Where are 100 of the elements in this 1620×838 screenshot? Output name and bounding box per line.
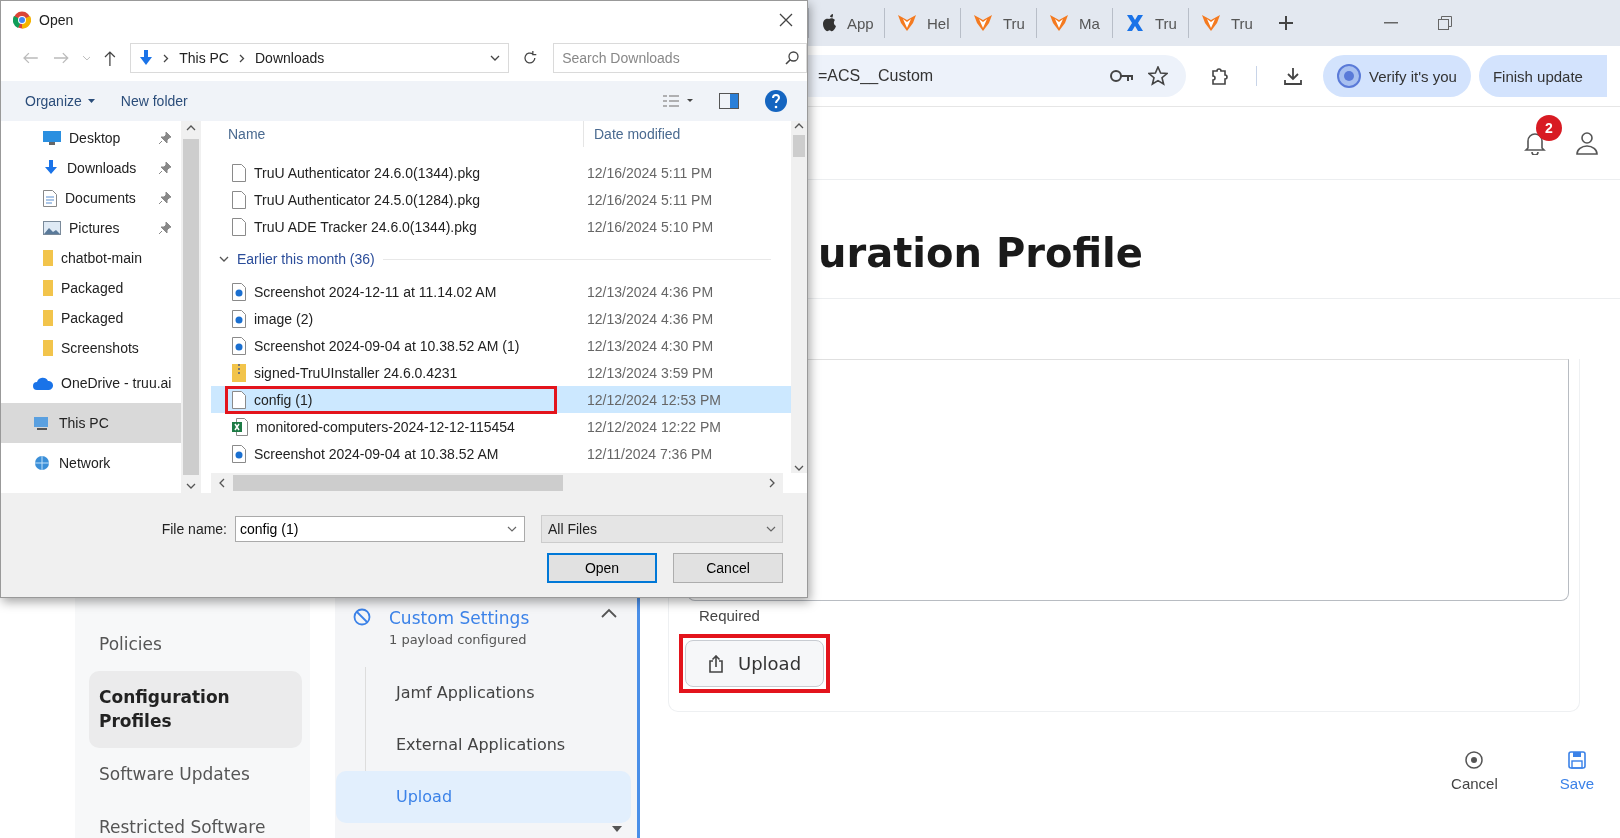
file-name-field[interactable]: config (1)	[235, 516, 525, 542]
nav-pane-item[interactable]: chatbot-main	[1, 243, 181, 273]
column-header[interactable]: Name	[228, 126, 266, 142]
up-icon[interactable]	[104, 50, 117, 66]
download-icon[interactable]	[1283, 66, 1303, 86]
file-row[interactable]: TruU Authenticator 24.5.0(1284).pkg 12/16/2024 5:11 PM	[211, 186, 791, 213]
nav-pane-item[interactable]: Downloads	[1, 153, 181, 183]
nav-pane-item[interactable]: Packaged	[1, 273, 181, 303]
new-folder-button[interactable]: New folder	[120, 93, 188, 109]
browser-tab[interactable]: Tru	[1188, 8, 1264, 38]
file-row[interactable]: Screenshot 2024-12-11 at 11.14.02 AM 12/13/2024 4:36 PM	[211, 278, 791, 305]
file-row[interactable]: TruU Authenticator 24.6.0(1344).pkg 12/16/2024 5:11 PM	[211, 159, 791, 186]
cancel-icon	[1465, 751, 1484, 769]
file-row[interactable]: config (1) 12/12/2024 12:53 PM	[211, 386, 791, 413]
scroll-up-icon[interactable]	[794, 123, 804, 129]
scrollbar-thumb[interactable]	[183, 139, 199, 475]
file-name: Screenshot 2024-09-04 at 10.38.52 AM	[254, 445, 499, 462]
nav-item[interactable]: Policies	[89, 618, 302, 671]
file-date: 12/13/2024 3:59 PM	[586, 364, 714, 381]
computer-icon	[33, 415, 51, 431]
organize-menu[interactable]: Organize	[25, 93, 95, 109]
file-date: 12/16/2024 5:10 PM	[586, 218, 714, 235]
nav-pane-item[interactable]: Documents	[1, 183, 181, 213]
scroll-down-icon[interactable]	[612, 826, 622, 832]
file-name: TruU Authenticator 24.5.0(1284).pkg	[254, 191, 480, 208]
nav-pane-item[interactable]: Screenshots	[1, 333, 181, 363]
chevron-icon[interactable]	[507, 526, 517, 532]
nav-item[interactable]: Software Updates	[89, 747, 302, 801]
close-icon[interactable]	[779, 13, 793, 27]
nav-item[interactable]: Configuration Profiles	[89, 670, 302, 748]
path-segment[interactable]: This PC	[179, 50, 229, 66]
verify-button[interactable]: Verify it's you	[1323, 55, 1471, 97]
chevron-icon[interactable]	[219, 254, 229, 264]
restore-icon[interactable]	[1438, 16, 1452, 30]
nav-item[interactable]: Restricted Software	[89, 800, 302, 838]
file-row[interactable]: Screenshot 2024-09-04 at 10.38.52 AM (1) 12/13/2024 4:30 PM	[211, 332, 791, 359]
open-button[interactable]: Open	[547, 553, 657, 583]
archive-icon	[232, 363, 246, 382]
page-title: uration Profile	[818, 230, 1144, 276]
file-row[interactable]: monitored-computers-2024-12-12-115454 12/12/2024 12:22 PM	[211, 413, 791, 440]
cloud-icon	[33, 376, 53, 390]
bell-icon[interactable]	[1524, 131, 1546, 155]
puzzle-icon[interactable]	[1210, 66, 1230, 86]
scroll-right-icon[interactable]	[769, 478, 775, 488]
save-icon	[1567, 751, 1586, 769]
path-segment[interactable]: Downloads	[255, 50, 325, 66]
address-bar[interactable]: =ACS__Custom	[808, 55, 1186, 97]
scroll-up-icon[interactable]	[186, 125, 196, 131]
payload-title[interactable]: Custom Settings	[389, 608, 583, 628]
scroll-down-icon[interactable]	[794, 465, 804, 471]
file-row[interactable]: Screenshot 2024-09-04 at 10.38.52 AM 12/11/2024 7:36 PM	[211, 440, 791, 467]
search-field[interactable]: Search Downloads	[553, 43, 807, 73]
browser-tab[interactable]: Ma	[1036, 8, 1112, 38]
nav-pane-item[interactable]: Pictures	[1, 213, 181, 243]
cancel-button[interactable]: Cancel	[673, 553, 783, 583]
image-file-icon	[232, 309, 246, 328]
nav-pane-item[interactable]: This PC	[1, 403, 181, 443]
help-icon[interactable]	[765, 90, 787, 112]
save-button[interactable]: Save	[1553, 750, 1600, 793]
folder-icon	[43, 250, 53, 266]
chevron-icon[interactable]	[490, 55, 501, 61]
new-tab-icon[interactable]	[1278, 15, 1294, 31]
file-name: config (1)	[254, 391, 313, 408]
chevron-icon[interactable]	[601, 608, 617, 618]
column-header[interactable]: Date modified	[584, 126, 681, 142]
key-icon[interactable]	[1110, 69, 1134, 83]
file-date: 12/11/2024 7:36 PM	[586, 445, 713, 462]
refresh-icon[interactable]	[523, 51, 538, 65]
user-icon[interactable]	[1576, 131, 1598, 155]
group-header[interactable]: Earlier this month (36)	[237, 251, 375, 267]
browser-tab[interactable]: Tru	[960, 8, 1036, 38]
preview-pane-icon[interactable]	[719, 93, 739, 109]
scroll-down-icon[interactable]	[186, 483, 196, 489]
finish-update-button[interactable]: Finish update	[1478, 55, 1607, 97]
nav-pane-item[interactable]: Network	[1, 443, 181, 483]
logo-icon	[897, 13, 917, 33]
file-row[interactable]: signed-TruUInstaller 24.6.0.4231 12/13/2024 3:59 PM	[211, 359, 791, 386]
upload-button[interactable]: Upload	[685, 640, 825, 687]
nav-pane-item[interactable]: Packaged	[1, 303, 181, 333]
payload-item[interactable]: External Applications	[366, 719, 637, 771]
browser-tab[interactable]: Hel	[884, 8, 960, 38]
star-icon[interactable]	[1148, 66, 1168, 86]
logo-icon	[1125, 13, 1145, 33]
file-icon	[232, 217, 246, 236]
scrollbar-thumb[interactable]	[793, 135, 805, 157]
scrollbar-thumb[interactable]	[233, 475, 563, 491]
file-row[interactable]: TruU ADE Tracker 24.6.0(1344).pkg 12/16/2024 5:10 PM	[211, 213, 791, 240]
browser-tab[interactable]: Tru	[1112, 8, 1188, 38]
path-bar[interactable]: This PC Downloads	[130, 43, 510, 73]
image-file-icon	[232, 282, 246, 301]
file-row[interactable]: image (2) 12/13/2024 4:36 PM	[211, 305, 791, 332]
file-name: image (2)	[254, 310, 314, 327]
nav-pane-item[interactable]: OneDrive - truu.ai	[1, 363, 181, 403]
payload-item[interactable]: Jamf Applications	[366, 667, 637, 719]
nav-pane-item[interactable]: Desktop	[1, 123, 181, 153]
file-date: 12/12/2024 12:53 PM	[586, 391, 721, 408]
scroll-left-icon[interactable]	[219, 478, 225, 488]
cancel-button[interactable]: Cancel	[1445, 750, 1504, 793]
file-type-dropdown[interactable]: All Files	[541, 515, 783, 543]
browser-logo-icon	[13, 11, 31, 29]
